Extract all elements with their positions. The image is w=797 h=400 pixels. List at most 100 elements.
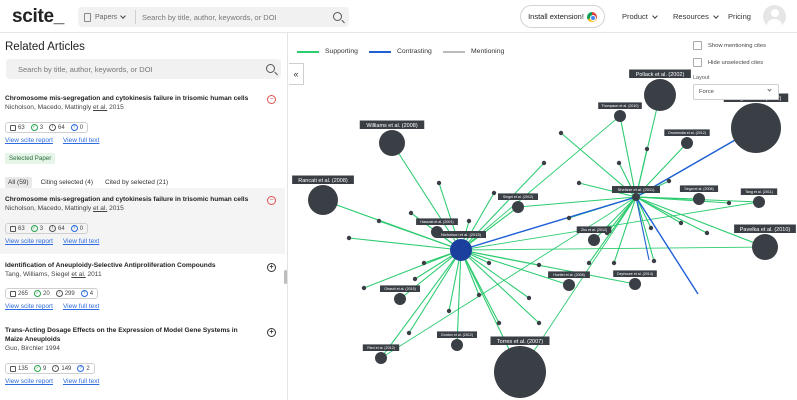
paper-node[interactable] xyxy=(726,200,732,206)
nav-resources[interactable]: Resources xyxy=(673,12,719,21)
view-full-text-link[interactable]: View full text xyxy=(63,378,99,385)
view-scite-report-link[interactable]: View scite report xyxy=(5,303,53,310)
paper-node[interactable] xyxy=(704,230,710,236)
paper-node[interactable] xyxy=(586,260,592,266)
paper-node[interactable] xyxy=(753,196,765,208)
selected-paper-node[interactable] xyxy=(450,239,472,261)
paper-node[interactable] xyxy=(629,278,641,290)
paper-node[interactable] xyxy=(752,234,778,260)
nav-product[interactable]: Product xyxy=(622,12,658,21)
paper-node[interactable] xyxy=(588,234,600,246)
hub-paper-node[interactable] xyxy=(632,193,640,201)
supporting-icon: ✓ xyxy=(34,290,42,297)
collapse-panel-button[interactable]: « xyxy=(289,63,304,85)
tab-cited-by-selected[interactable]: Cited by selected (21) xyxy=(102,177,171,188)
paper-node[interactable] xyxy=(526,295,532,301)
search-icon[interactable] xyxy=(266,64,275,73)
paper-node[interactable] xyxy=(678,220,684,226)
legend-contrasting: Contrasting xyxy=(369,48,432,55)
paper-node[interactable] xyxy=(693,193,705,205)
paper-node[interactable] xyxy=(651,258,657,264)
view-scite-report-link[interactable]: View scite report xyxy=(5,238,53,245)
paper-node[interactable] xyxy=(558,130,564,136)
remove-article-button[interactable]: − xyxy=(267,196,276,205)
view-full-text-link[interactable]: View full text xyxy=(63,238,99,245)
paper-node[interactable] xyxy=(491,190,497,196)
paper-node[interactable] xyxy=(536,320,542,326)
paper-node[interactable] xyxy=(308,185,338,215)
paper-node[interactable] xyxy=(446,308,452,314)
nav-pricing[interactable]: Pricing xyxy=(728,12,751,21)
citation-edge xyxy=(460,201,760,251)
paper-node[interactable] xyxy=(536,262,542,268)
article-title[interactable]: Identification of Aneuploidy-Selective A… xyxy=(5,262,255,271)
search-scope-dropdown[interactable]: Papers xyxy=(84,7,127,27)
mentioning-icon: / xyxy=(55,290,63,297)
paper-node[interactable] xyxy=(644,79,676,111)
paper-node[interactable] xyxy=(496,320,502,326)
paper-node[interactable] xyxy=(451,339,463,351)
scite-logo[interactable]: scite_ xyxy=(12,6,64,28)
add-article-button[interactable]: + xyxy=(267,263,276,272)
paper-node[interactable] xyxy=(421,260,427,266)
remove-article-button[interactable]: − xyxy=(267,95,276,104)
show-mentioning-option[interactable]: Show mentioning cites xyxy=(693,41,766,50)
node-label: Rancati et al. (2008) xyxy=(292,175,354,184)
paper-node[interactable] xyxy=(566,215,572,221)
article-title[interactable]: Chromosome mis-segregation and cytokines… xyxy=(5,95,255,104)
view-full-text-link[interactable]: View full text xyxy=(63,303,99,310)
show-mentioning-checkbox[interactable] xyxy=(693,41,702,50)
paper-node[interactable] xyxy=(466,218,472,224)
article-title[interactable]: Chromosome mis-segregation and cytokines… xyxy=(5,196,255,205)
paper-node[interactable] xyxy=(512,201,524,213)
view-full-text-link[interactable]: View full text xyxy=(63,137,99,144)
paper-node[interactable] xyxy=(486,260,492,266)
paper-node[interactable] xyxy=(644,146,650,152)
paper-node[interactable] xyxy=(666,178,672,184)
paper-node[interactable] xyxy=(361,285,367,291)
node-label: Pollack et al. (2002) xyxy=(629,69,691,78)
node-label-text: Rancati et al. (2008) xyxy=(298,178,348,184)
paper-node[interactable] xyxy=(576,180,582,186)
paper-node[interactable] xyxy=(376,218,382,224)
paper-node[interactable] xyxy=(408,210,414,216)
paper-node[interactable] xyxy=(394,293,406,305)
node-label: Oromendia et al. (2012) xyxy=(664,129,710,136)
paper-node[interactable] xyxy=(731,103,781,153)
search-icon[interactable] xyxy=(333,12,342,21)
paper-node[interactable] xyxy=(406,330,412,336)
tab-all[interactable]: All (59) xyxy=(5,177,32,188)
layout-select[interactable]: Force xyxy=(693,84,779,100)
install-extension-button[interactable]: Install extension! xyxy=(520,5,605,28)
list-scrollbar[interactable] xyxy=(284,270,287,284)
paper-node[interactable] xyxy=(346,235,352,241)
paper-node[interactable] xyxy=(614,110,626,122)
hide-unselected-checkbox[interactable] xyxy=(693,58,702,67)
layout-label: Layout xyxy=(693,75,710,81)
paper-node[interactable] xyxy=(476,292,482,298)
paper-node[interactable] xyxy=(681,137,693,149)
chevron-down-icon xyxy=(652,12,658,19)
paper-node[interactable] xyxy=(563,279,575,291)
paper-node[interactable] xyxy=(616,160,622,166)
global-search-input[interactable] xyxy=(142,7,322,27)
hide-unselected-option[interactable]: Hide unselected cites xyxy=(693,58,763,67)
view-scite-report-link[interactable]: View scite report xyxy=(5,378,53,385)
paper-node[interactable] xyxy=(494,346,546,398)
paper-node[interactable] xyxy=(375,352,387,364)
view-scite-report-link[interactable]: View scite report xyxy=(5,137,53,144)
paper-node[interactable] xyxy=(436,180,442,186)
user-avatar[interactable] xyxy=(763,5,786,28)
paper-node[interactable] xyxy=(541,160,547,166)
citation-edge xyxy=(460,249,540,324)
related-search-input[interactable] xyxy=(18,59,248,79)
article-links: View scite report View full text xyxy=(5,378,99,385)
paper-node[interactable] xyxy=(648,225,654,231)
paper-node[interactable] xyxy=(412,276,418,282)
paper-node[interactable] xyxy=(611,260,617,266)
node-label: Pavelka et al. (2010) xyxy=(734,224,796,233)
tab-citing-selected[interactable]: Citing selected (4) xyxy=(38,177,96,188)
paper-node[interactable] xyxy=(379,130,405,156)
article-title[interactable]: Trans-Acting Dosage Effects on the Expre… xyxy=(5,327,255,344)
add-article-button[interactable]: + xyxy=(267,328,276,337)
